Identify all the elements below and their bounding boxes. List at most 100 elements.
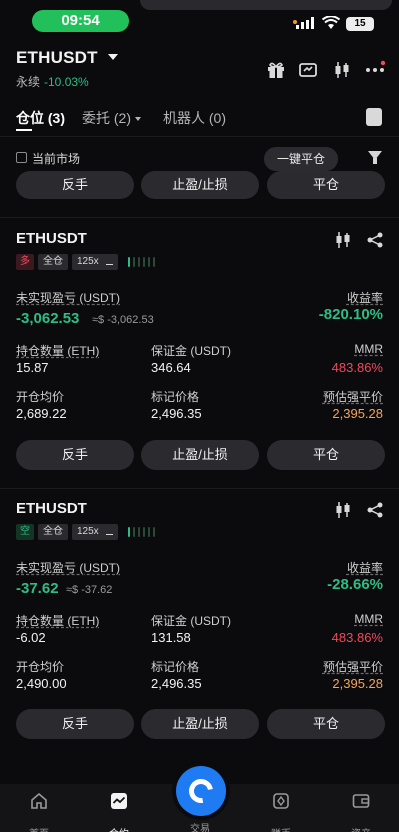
close-position-button[interactable]: 平仓 — [267, 171, 385, 199]
side-badge: 多 — [16, 254, 34, 270]
entry-price-value: 2,490.00 — [16, 676, 67, 691]
nav-label: 首页 — [9, 825, 69, 832]
mmr-value: 483.86% — [331, 360, 383, 375]
mark-price-value: 2,496.35 — [151, 406, 202, 421]
position-tabs: 仓位 (3) 委托 (2) 机器人 (0) — [0, 104, 399, 132]
liq-price-label: 预估强平价 — [322, 660, 383, 674]
trade-fab-button[interactable] — [176, 766, 226, 816]
risk-bar — [148, 527, 150, 537]
margin-value: 346.64 — [151, 360, 191, 375]
battery-indicator: 15 — [346, 17, 374, 31]
candlestick-icon[interactable] — [334, 232, 352, 248]
risk-bar — [148, 257, 150, 267]
risk-bar — [133, 257, 135, 267]
tab-bots[interactable]: 机器人 (0) — [163, 108, 226, 128]
home-icon — [31, 792, 47, 809]
nav-item-futures[interactable]: 合约 — [89, 792, 149, 832]
mark-price-value: 2,496.35 — [151, 676, 202, 691]
symbol-title[interactable]: ETHUSDT — [16, 48, 98, 68]
unrealized-pnl-usd: ≈$ -37.62 — [66, 584, 113, 596]
risk-bar — [128, 527, 130, 537]
position-card: ETHUSDT 空 全仓 125x 未实现盈亏 (USDT) 收益率 -37.6… — [0, 500, 399, 750]
liq-price-label: 预估强平价 — [322, 390, 383, 404]
risk-bar — [153, 257, 155, 267]
position-symbol: ETHUSDT — [16, 500, 87, 517]
liq-price-value: 2,395.28 — [332, 406, 383, 421]
reverse-button[interactable]: 反手 — [16, 709, 134, 739]
nav-item-earn[interactable]: 赚币 — [251, 792, 311, 832]
edit-icon — [106, 528, 113, 535]
mmr-label: MMR — [354, 612, 383, 626]
unrealized-pnl-value: -37.62 — [16, 580, 59, 597]
leverage-value: 125x — [77, 256, 99, 267]
position-symbol: ETHUSDT — [16, 230, 87, 247]
earn-icon — [273, 793, 289, 809]
document-icon[interactable] — [366, 108, 382, 126]
caret-down-icon — [135, 117, 141, 122]
risk-bar — [138, 527, 140, 537]
gift-icon[interactable] — [266, 60, 286, 80]
size-value: -6.02 — [16, 630, 46, 645]
reverse-button[interactable]: 反手 — [16, 440, 134, 470]
side-badge: 空 — [16, 524, 34, 540]
tpsl-button[interactable]: 止盈/止损 — [141, 440, 259, 470]
contract-info: 永续 -10.03% — [16, 73, 89, 90]
more-icon[interactable] — [365, 60, 385, 80]
reverse-button[interactable]: 反手 — [16, 171, 134, 199]
divider — [0, 136, 399, 137]
candlestick-icon[interactable] — [332, 60, 352, 80]
status-bar: 09:54 15 — [0, 0, 399, 40]
nav-label: 赚币 — [251, 825, 311, 832]
tpsl-button[interactable]: 止盈/止损 — [141, 709, 259, 739]
candlestick-icon[interactable] — [334, 502, 352, 518]
share-icon[interactable] — [366, 502, 384, 518]
roe-label: 收益率 — [346, 291, 383, 305]
tab-positions[interactable]: 仓位 (3) — [16, 108, 65, 128]
tab-orders[interactable]: 委托 (2) — [82, 108, 141, 128]
divider — [0, 488, 399, 489]
contract-type: 永续 — [16, 75, 41, 89]
tpsl-button[interactable]: 止盈/止损 — [141, 171, 259, 199]
entry-price-label: 开仓均价 — [16, 660, 65, 674]
nav-label: 交易 — [190, 824, 210, 832]
chevron-down-icon[interactable] — [108, 54, 118, 60]
share-icon[interactable] — [366, 232, 384, 248]
tab-orders-label: 委托 (2) — [82, 110, 131, 126]
liq-price-value: 2,395.28 — [332, 676, 383, 691]
roe-value: -28.66% — [327, 576, 383, 593]
tab-active-indicator — [16, 129, 32, 131]
mmr-value: 483.86% — [331, 630, 383, 645]
risk-bar — [138, 257, 140, 267]
mmr-label: MMR — [354, 342, 383, 356]
close-position-button[interactable]: 平仓 — [267, 709, 385, 739]
margin-mode-badge: 全仓 — [38, 254, 68, 270]
leverage-badge[interactable]: 125x — [72, 254, 118, 270]
size-label: 持仓数量 (ETH) — [16, 614, 100, 628]
card-icon[interactable] — [298, 60, 318, 80]
margin-value: 131.58 — [151, 630, 191, 645]
risk-bar — [143, 527, 145, 537]
edit-icon — [106, 258, 113, 265]
close-position-button[interactable]: 平仓 — [267, 440, 385, 470]
nav-label: 合约 — [89, 825, 149, 832]
unrealized-pnl-label: 未实现盈亏 (USDT) — [16, 291, 120, 305]
unrealized-pnl-value: -3,062.53 — [16, 310, 80, 327]
risk-bar — [128, 257, 130, 267]
wallet-icon — [352, 794, 370, 808]
leverage-value: 125x — [77, 526, 99, 537]
chart-icon — [111, 793, 127, 809]
nav-item-assets[interactable]: 资产 — [331, 792, 391, 832]
leverage-badge[interactable]: 125x — [72, 524, 118, 540]
size-label: 持仓数量 (ETH) — [16, 344, 100, 358]
risk-bar — [133, 527, 135, 537]
dynamic-island — [140, 0, 392, 10]
mark-price-label: 标记价格 — [151, 390, 200, 404]
margin-mode-badge: 全仓 — [38, 524, 68, 540]
price-change: -10.03% — [44, 75, 89, 89]
current-market-checkbox[interactable] — [16, 152, 27, 163]
close-all-button[interactable]: 一键平仓 — [264, 147, 338, 171]
unrealized-pnl-usd: ≈$ -3,062.53 — [92, 314, 154, 326]
signal-icon — [296, 17, 314, 29]
nav-item-home[interactable]: 首页 — [9, 792, 69, 832]
market-header: ETHUSDT 永续 -10.03% — [0, 42, 399, 94]
